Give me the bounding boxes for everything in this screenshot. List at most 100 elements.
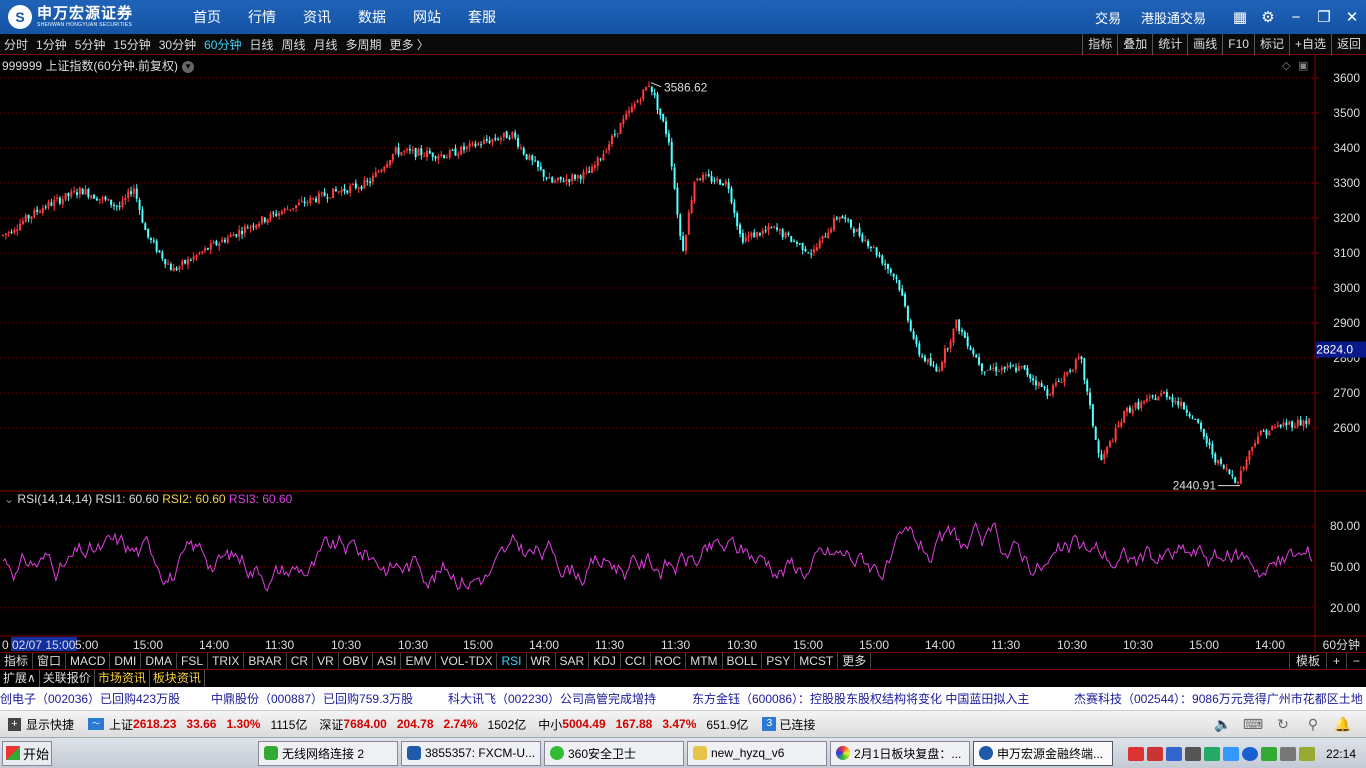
kline-chart-svg[interactable]: 3600350034003300320031003000290028002700… <box>0 55 1366 652</box>
tray-app-icon[interactable] <box>1222 746 1239 761</box>
nav-quotes[interactable]: 行情 <box>248 7 276 27</box>
bell-icon[interactable]: 🔔 <box>1328 716 1358 733</box>
indicator-tab-13[interactable]: VOL-TDX <box>436 653 498 669</box>
period-60min[interactable]: 60分钟 <box>204 36 241 53</box>
gear-icon[interactable]: ⚙ <box>1254 8 1282 26</box>
tray-app-icon[interactable] <box>1203 746 1220 761</box>
indicator-tab-21[interactable]: BOLL <box>723 653 763 669</box>
close-icon[interactable]: ✕ <box>1338 8 1366 26</box>
nav-news[interactable]: 资讯 <box>303 7 331 27</box>
indicator-tab-15[interactable]: WR <box>527 653 556 669</box>
tool-overlay[interactable]: 叠加 <box>1117 34 1152 55</box>
indicator-tab-2[interactable]: MACD <box>66 653 111 669</box>
period-1min[interactable]: 1分钟 <box>36 36 67 53</box>
tray-app-icon[interactable] <box>1127 746 1144 761</box>
task-fxcm[interactable]: 3855357: FXCM-U... <box>401 740 541 766</box>
battery-icon[interactable] <box>1298 746 1315 761</box>
period-intraday[interactable]: 分时 <box>4 36 28 53</box>
indicator-tab-24[interactable]: 更多 <box>838 653 872 669</box>
indicator-tab-9[interactable]: VR <box>313 653 339 669</box>
indicator-tab-16[interactable]: SAR <box>556 653 590 669</box>
tab-market-news[interactable]: 市场资讯 <box>95 670 150 687</box>
template-button[interactable]: 模板 <box>1288 653 1326 669</box>
indicator-tab-23[interactable]: MCST <box>795 653 839 669</box>
indicator-tab-8[interactable]: CR <box>287 653 314 669</box>
tool-stats[interactable]: 统计 <box>1152 34 1187 55</box>
tool-mark[interactable]: 标记 <box>1253 34 1289 55</box>
connection-status[interactable]: 3 已连接 <box>762 716 815 733</box>
task-browser[interactable]: 2月1日板块复盘：... <box>830 740 970 766</box>
indicator-tab-20[interactable]: MTM <box>686 653 723 669</box>
indicator-tab-19[interactable]: ROC <box>651 653 687 669</box>
ticker-item[interactable]: 杰赛科技（002544）：9086万元竞得广州市花都区土地 <box>1074 687 1363 710</box>
ticker-item[interactable]: 中鼎股份（000887）已回购759.3万股 <box>211 687 413 710</box>
indicator-tab-17[interactable]: KDJ <box>589 653 621 669</box>
indicator-tab-5[interactable]: FSL <box>177 653 209 669</box>
tray-app-icon[interactable] <box>1165 746 1182 761</box>
indicator-tab-10[interactable]: OBV <box>339 653 374 669</box>
speaker-icon[interactable]: 🔈 <box>1208 716 1238 733</box>
period-15min[interactable]: 15分钟 <box>113 36 150 53</box>
indicator-tab-12[interactable]: EMV <box>401 653 437 669</box>
period-daily[interactable]: 日线 <box>249 36 273 53</box>
indicator-tab-14[interactable]: RSI <box>497 653 527 669</box>
ticker-item[interactable]: 东方金钰（600086）：控股股东股权结构将变化 中国蓝田拟入主 <box>692 687 1029 710</box>
diamond-icon[interactable]: ◇ <box>1282 60 1291 72</box>
hk-connect-link[interactable]: 港股通交易 <box>1141 8 1206 27</box>
indicator-tab-4[interactable]: DMA <box>141 653 178 669</box>
indicator-tab-3[interactable]: DMI <box>110 653 142 669</box>
tool-indicator[interactable]: 指标 <box>1082 34 1117 55</box>
monitor-icon[interactable]: 〜 <box>88 718 105 730</box>
nav-service[interactable]: 套服 <box>468 7 496 27</box>
nav-data[interactable]: 数据 <box>358 7 386 27</box>
network-icon[interactable] <box>1260 746 1277 761</box>
nav-site[interactable]: 网站 <box>413 7 441 27</box>
trade-link[interactable]: 交易 <box>1095 8 1121 27</box>
tray-app-icon[interactable] <box>1184 746 1201 761</box>
indicator-tab-11[interactable]: ASI <box>373 653 402 669</box>
task-360[interactable]: 360安全卫士 <box>544 740 684 766</box>
chart-area[interactable]: 3600 3500 3400 3300 3200 3100 3000 2900 2800 2700… <box>0 55 1366 652</box>
period-30min[interactable]: 30分钟 <box>159 36 196 53</box>
start-button[interactable]: 开始 <box>2 740 52 766</box>
indicator-tab-7[interactable]: BRAR <box>244 653 287 669</box>
panel-icon[interactable]: ▣ <box>1298 60 1308 72</box>
remove-pane-button[interactable]: − <box>1345 653 1366 669</box>
tool-draw[interactable]: 画线 <box>1187 34 1222 55</box>
tab-related-quotes[interactable]: 关联报价 <box>40 670 95 687</box>
add-pane-button[interactable]: + <box>1325 653 1346 669</box>
bluetooth-icon[interactable] <box>1241 746 1258 761</box>
indicator-tab-1[interactable]: 窗口 <box>33 653 67 669</box>
collapse-icon[interactable]: ⌄ <box>4 492 14 506</box>
minimize-icon[interactable]: − <box>1282 9 1310 26</box>
nav-home[interactable]: 首页 <box>193 7 221 27</box>
refresh-icon[interactable]: ↻ <box>1268 716 1298 733</box>
plus-icon[interactable]: + <box>8 717 21 731</box>
tray-app-icon[interactable] <box>1146 746 1163 761</box>
period-more[interactable]: 更多 〉 <box>390 36 429 53</box>
indicator-tab-6[interactable]: TRIX <box>208 653 245 669</box>
restore-icon[interactable]: ❐ <box>1310 8 1338 26</box>
chevron-down-icon[interactable]: ▼ <box>182 60 195 73</box>
task-terminal[interactable]: 申万宏源金融终端... <box>973 740 1113 766</box>
task-wifi[interactable]: 无线网络连接 2 <box>258 740 398 766</box>
tab-expand[interactable]: 扩展∧ <box>0 670 40 687</box>
period-multi[interactable]: 多周期 <box>346 36 382 53</box>
indicator-tab-18[interactable]: CCI <box>621 653 651 669</box>
shortcut-toggle[interactable]: + 显示快捷 <box>8 716 74 733</box>
shortcut-label[interactable]: 显示快捷 <box>26 716 74 733</box>
period-5min[interactable]: 5分钟 <box>75 36 106 53</box>
keyboard-icon[interactable]: ⌨ <box>1238 716 1268 733</box>
task-folder[interactable]: new_hyzq_v6 <box>687 740 827 766</box>
tab-sector-news[interactable]: 板块资讯 <box>150 670 205 687</box>
indicator-tab-22[interactable]: PSY <box>762 653 796 669</box>
ticker-item[interactable]: 创电子（002036）已回购423万股 <box>0 687 180 710</box>
indicator-tab-0[interactable]: 指标 <box>0 653 34 669</box>
period-weekly[interactable]: 周线 <box>281 36 305 53</box>
grid-icon[interactable]: ▦ <box>1226 8 1254 26</box>
tool-f10[interactable]: F10 <box>1222 34 1254 55</box>
tool-add-watchlist[interactable]: +自选 <box>1288 34 1331 55</box>
tool-back[interactable]: 返回 <box>1330 34 1366 55</box>
ticker-item[interactable]: 科大讯飞（002230）公司高管完成增持 <box>448 687 656 710</box>
volume-icon[interactable] <box>1279 746 1296 761</box>
